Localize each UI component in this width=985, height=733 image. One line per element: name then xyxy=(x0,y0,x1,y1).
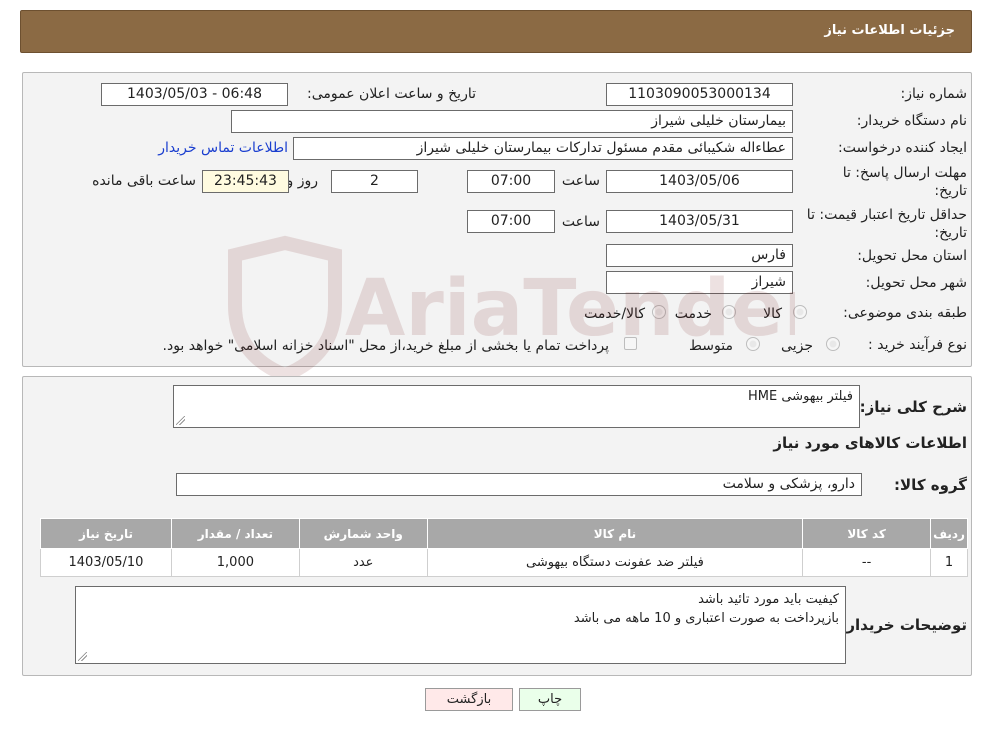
purchase-type-label: نوع فرآیند خرید : xyxy=(868,337,967,353)
remaining-time-label: ساعت باقی مانده xyxy=(92,173,196,189)
validity-label-line1: حداقل تاریخ اعتبار قیمت: تا xyxy=(806,207,967,223)
cell-row-number: 1 xyxy=(930,548,968,577)
col-quantity: تعداد / مقدار xyxy=(170,518,300,549)
resize-grip-icon[interactable] xyxy=(176,416,185,425)
cell-quantity: 1,000 xyxy=(170,548,300,577)
contact-buyer-link[interactable]: اطلاعات تماس خریدار xyxy=(158,140,288,156)
category-label: طبقه بندی موضوعی: xyxy=(843,305,967,321)
table-row: 1 -- فیلتر ضد عفونت دستگاه بیهوشی عدد 1,… xyxy=(40,548,968,577)
page-title: جزئیات اطلاعات نیاز xyxy=(824,23,955,38)
remaining-time-field: 23:45:43 xyxy=(202,170,289,193)
days-label: روز و xyxy=(286,173,319,189)
col-need-date: تاریخ نیاز xyxy=(40,518,172,549)
purchase-radio-medium[interactable] xyxy=(746,337,760,351)
city-field: شیراز xyxy=(606,271,793,294)
category-option-goods-service: کالا/خدمت xyxy=(584,306,645,322)
validity-time-field: 07:00 xyxy=(467,210,555,233)
announce-date-label: تاریخ و ساعت اعلان عمومی: xyxy=(307,86,476,102)
category-option-goods: کالا xyxy=(763,306,782,322)
validity-date-field: 1403/05/31 xyxy=(606,210,793,233)
buyer-notes-label: توضیحات خریدار: xyxy=(840,616,967,634)
treasury-bonds-note: پرداخت تمام یا بخشی از مبلغ خرید،از محل … xyxy=(162,338,609,354)
creator-field: عطاءاله شکیبائی مقدم مسئول تدارکات بیمار… xyxy=(293,137,793,160)
purchase-option-medium: متوسط xyxy=(689,338,733,354)
need-summary-label: شرح کلی نیاز: xyxy=(859,398,967,416)
city-label: شهر محل تحویل: xyxy=(865,275,967,291)
buyer-notes-line-1: کیفیت باید مورد تائید باشد xyxy=(698,592,839,607)
deadline-date-field: 1403/05/06 xyxy=(606,170,793,193)
purchase-radio-minor[interactable] xyxy=(826,337,840,351)
col-goods-code: کد کالا xyxy=(802,518,932,549)
buyer-notes-textarea[interactable]: کیفیت باید مورد تائید باشد بازپرداخت به … xyxy=(75,586,846,664)
category-radio-goods[interactable] xyxy=(793,305,807,319)
cell-unit: عدد xyxy=(298,548,428,577)
cell-goods-name: فیلتر ضد عفونت دستگاه بیهوشی xyxy=(426,548,804,577)
need-summary-text: فیلتر بیهوشی HME xyxy=(748,389,853,404)
goods-table: ردیف کد کالا نام کالا واحد شمارش تعداد /… xyxy=(40,518,968,577)
col-goods-name: نام کالا xyxy=(426,518,804,549)
province-field: فارس xyxy=(606,244,793,267)
back-button[interactable]: بازگشت xyxy=(425,688,513,711)
need-summary-textarea[interactable]: فیلتر بیهوشی HME xyxy=(173,385,860,428)
print-button[interactable]: چاپ xyxy=(519,688,581,711)
goods-table-header: ردیف کد کالا نام کالا واحد شمارش تعداد /… xyxy=(40,518,968,549)
creator-label: ایجاد کننده درخواست: xyxy=(838,140,967,156)
buyer-org-label: نام دستگاه خریدار: xyxy=(856,113,967,129)
need-number-field: 1103090053000134 xyxy=(606,83,793,106)
col-row-number: ردیف xyxy=(930,518,968,549)
deadline-time-field: 07:00 xyxy=(467,170,555,193)
treasury-bonds-checkbox[interactable] xyxy=(624,337,637,350)
cell-goods-code: -- xyxy=(802,548,932,577)
purchase-option-minor: جزیی xyxy=(781,338,813,354)
category-option-service: خدمت xyxy=(674,306,712,322)
goods-info-title: اطلاعات کالاهای مورد نیاز xyxy=(773,434,967,452)
buyer-notes-line-2: بازپرداخت به صورت اعتباری و 10 ماهه می ب… xyxy=(573,611,839,626)
deadline-label-line2: تاریخ: xyxy=(934,183,967,199)
page-header: جزئیات اطلاعات نیاز xyxy=(20,10,972,53)
days-remaining-field: 2 xyxy=(331,170,418,193)
col-unit: واحد شمارش xyxy=(298,518,428,549)
validity-time-label: ساعت xyxy=(561,214,600,230)
resize-grip-icon[interactable] xyxy=(78,652,87,661)
category-radio-service[interactable] xyxy=(722,305,736,319)
category-radio-goods-service[interactable] xyxy=(652,305,666,319)
validity-label-line2: تاریخ: xyxy=(934,225,967,241)
cell-need-date: 1403/05/10 xyxy=(40,548,172,577)
goods-group-field: دارو، پزشکی و سلامت xyxy=(176,473,862,496)
buyer-org-field: بیمارستان خلیلی شیراز xyxy=(231,110,793,133)
announce-date-field: 1403/05/03 - 06:48 xyxy=(101,83,288,106)
province-label: استان محل تحویل: xyxy=(857,248,967,264)
deadline-time-label: ساعت xyxy=(561,173,600,189)
deadline-label-line1: مهلت ارسال پاسخ: تا xyxy=(842,165,967,181)
need-number-label: شماره نیاز: xyxy=(900,86,968,102)
goods-group-label: گروه کالا: xyxy=(894,476,967,494)
